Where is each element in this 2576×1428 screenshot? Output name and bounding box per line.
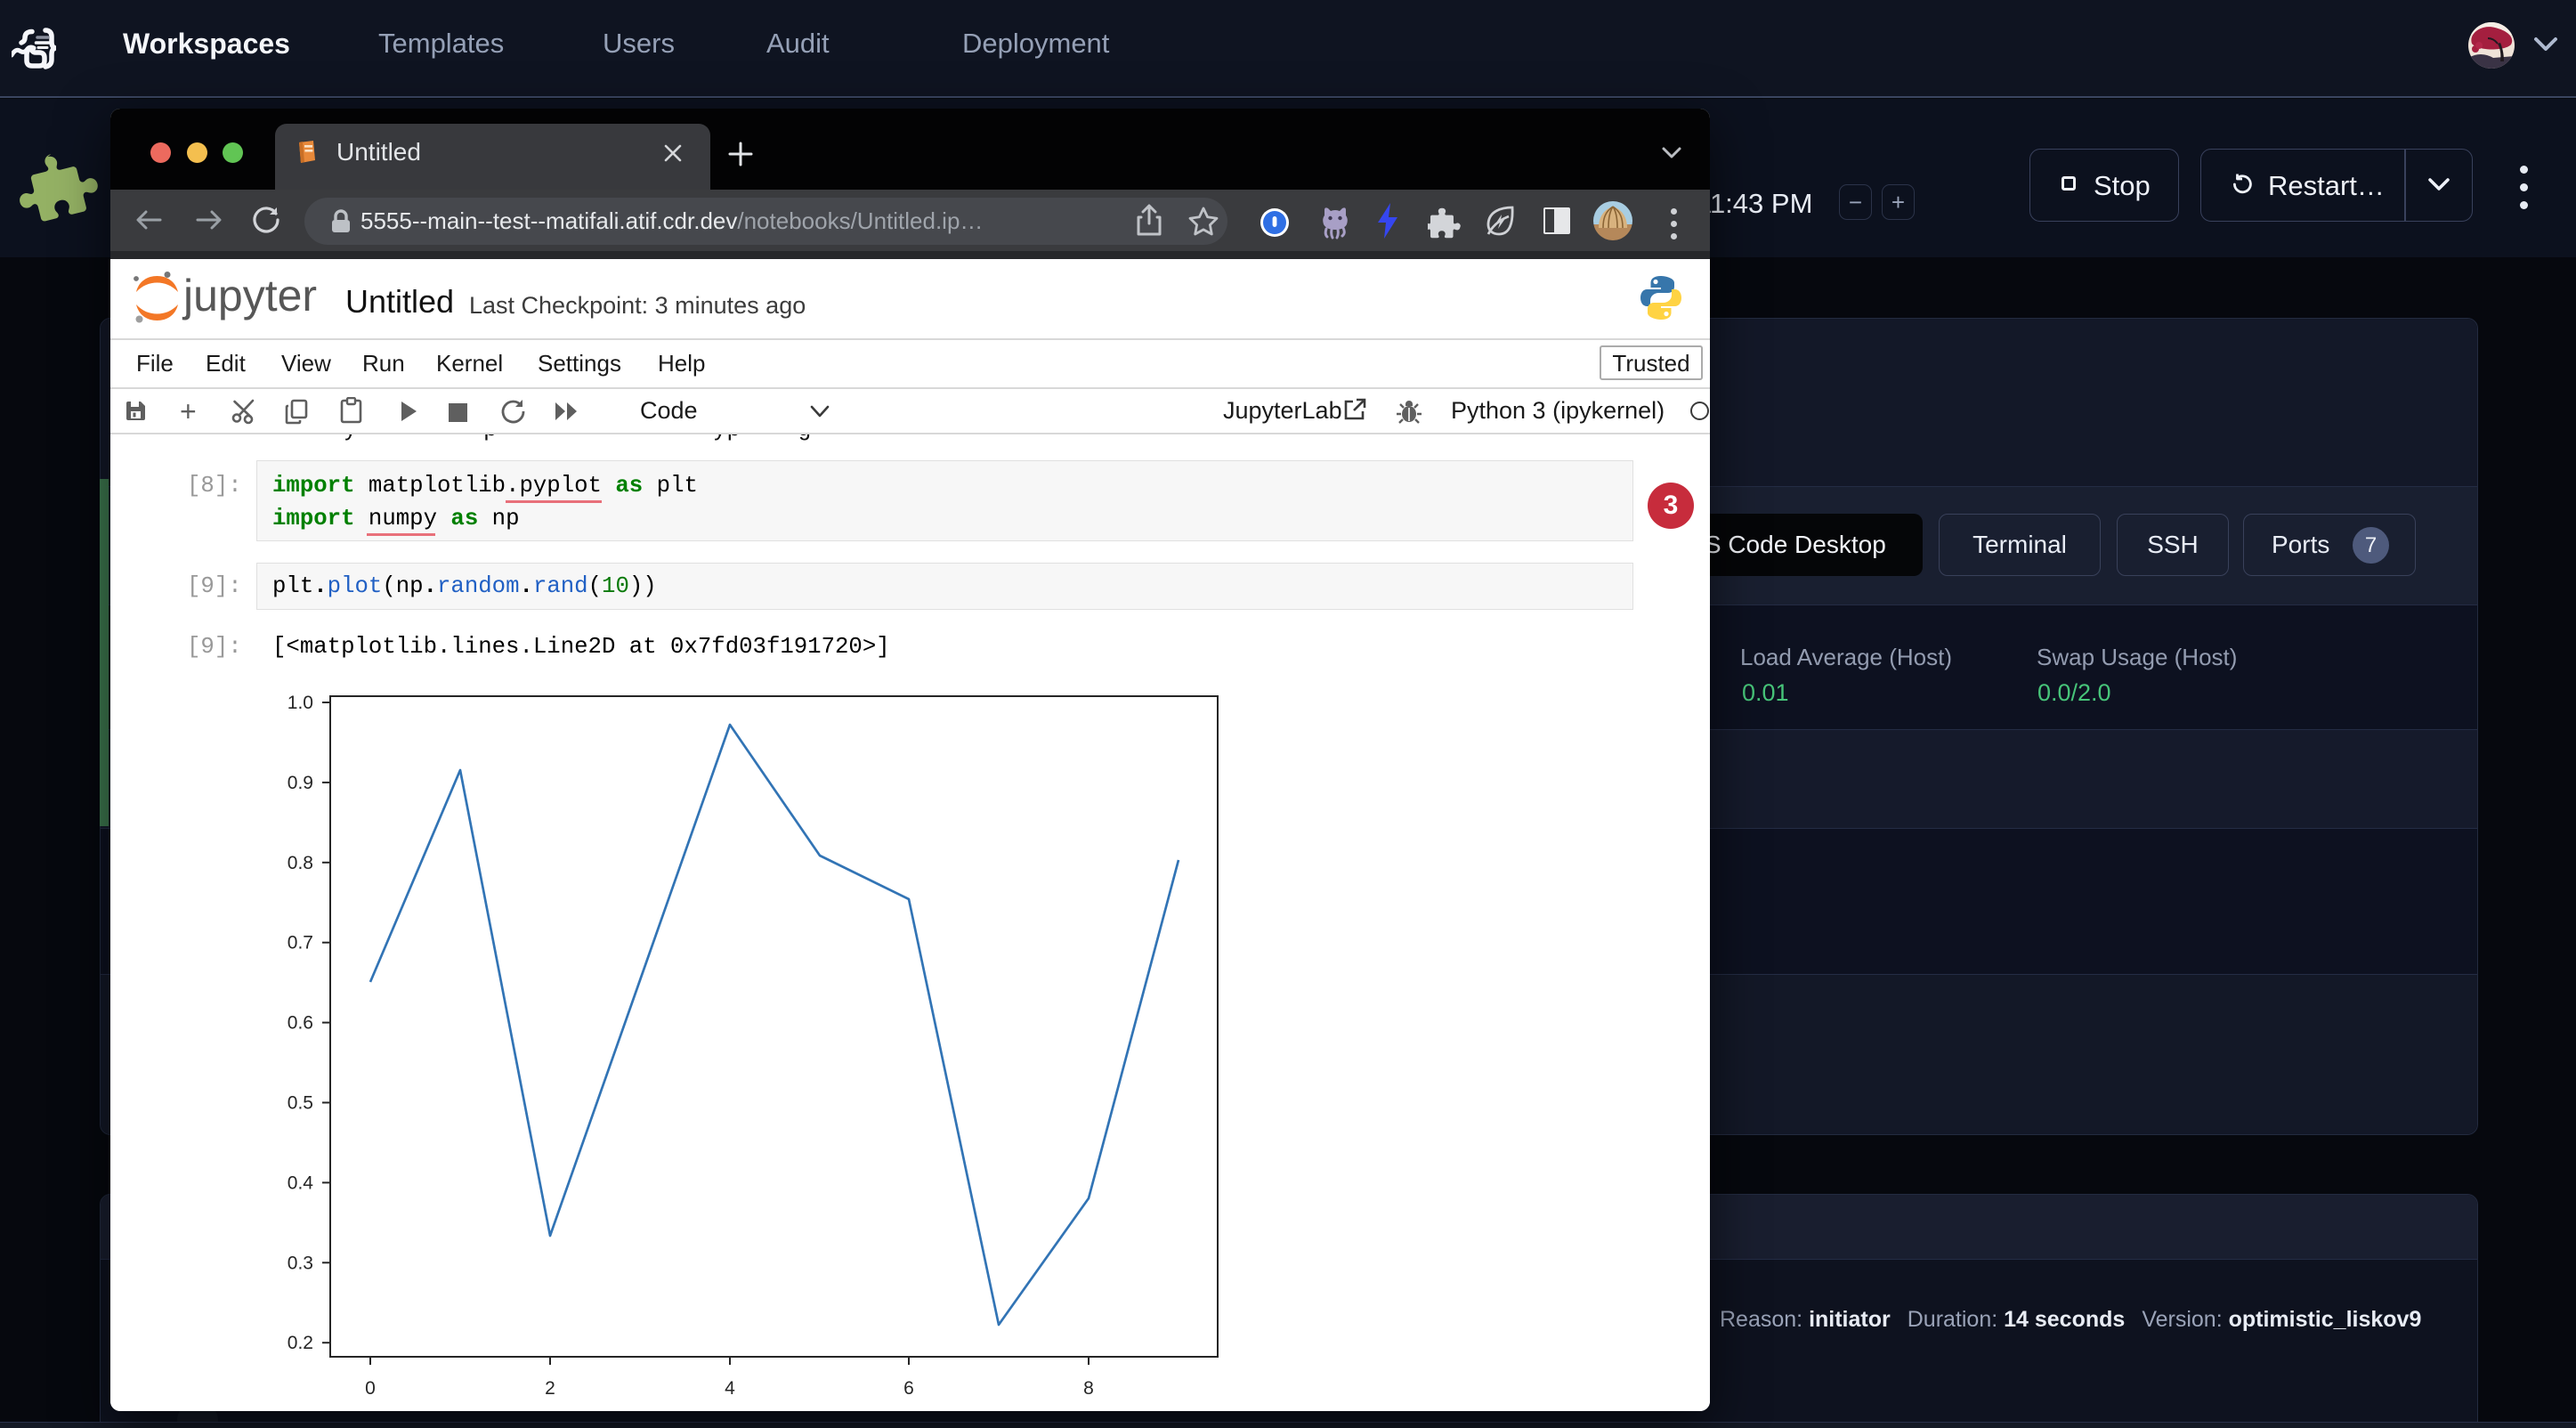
svg-text:0: 0: [365, 1378, 376, 1399]
svg-text:0.3: 0.3: [288, 1253, 313, 1273]
svg-text:0.8: 0.8: [288, 853, 313, 873]
svg-text:2: 2: [545, 1378, 555, 1399]
svg-text:1.0: 1.0: [288, 693, 313, 713]
svg-text:4: 4: [725, 1378, 735, 1399]
svg-text:0.9: 0.9: [288, 773, 313, 793]
svg-text:0.6: 0.6: [288, 1013, 313, 1034]
svg-text:0.4: 0.4: [288, 1172, 314, 1193]
svg-text:0.7: 0.7: [288, 933, 313, 953]
svg-text:0.2: 0.2: [288, 1333, 313, 1353]
svg-text:0.5: 0.5: [288, 1093, 313, 1114]
svg-text:8: 8: [1083, 1378, 1094, 1399]
svg-text:6: 6: [903, 1378, 914, 1399]
